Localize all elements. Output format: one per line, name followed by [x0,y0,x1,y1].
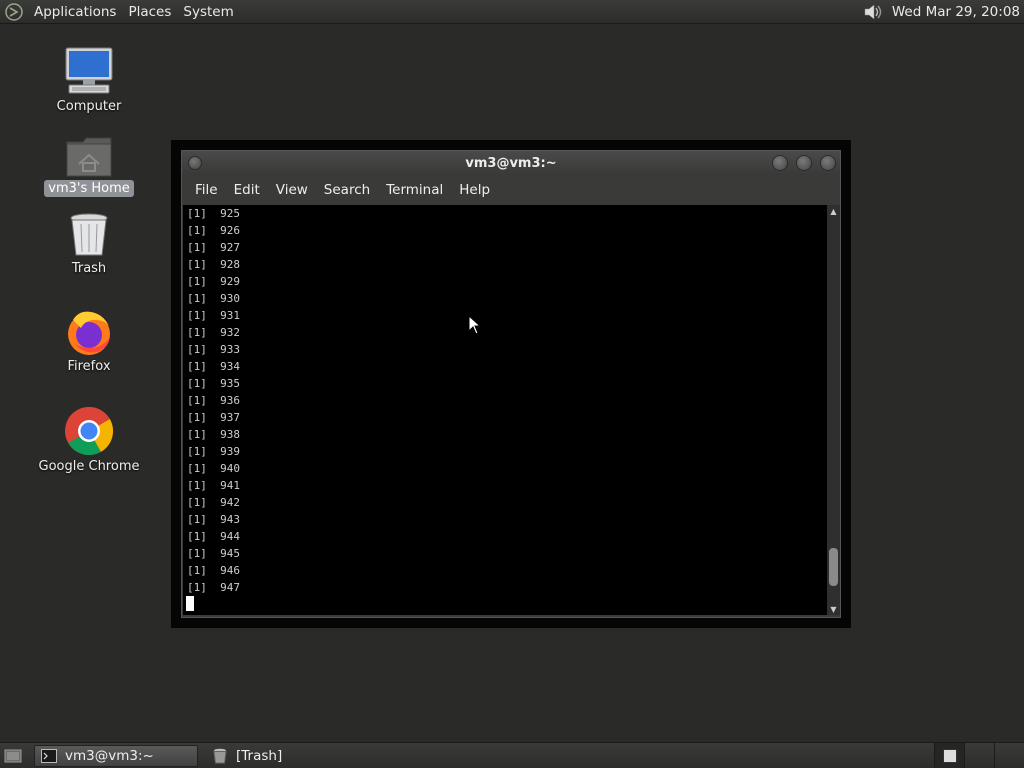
desktop-icon-home[interactable]: vm3's Home [34,126,144,197]
volume-icon[interactable] [858,0,888,24]
mouse-pointer-icon [468,314,482,335]
desktop-icon-label: vm3's Home [44,180,134,197]
terminal-output[interactable]: [1] 925 [1] 926 [1] 927 [1] 928 [1] 929 [1] 9… [183,205,827,615]
scroll-up-arrow-icon[interactable]: ▲ [827,205,840,217]
places-menu[interactable]: Places [122,0,177,24]
gnome-foot-icon[interactable] [0,0,28,24]
minimize-button[interactable] [772,155,788,171]
text-cursor [186,596,194,611]
terminal-line: [1] 928 [187,258,240,271]
menu-view[interactable]: View [268,182,316,198]
terminal-menubar: File Edit View Search Terminal Help [182,175,840,205]
menu-file[interactable]: File [187,182,226,198]
desktop-icon-computer[interactable]: Computer [34,44,144,115]
terminal-lines: [1] 925 [1] 926 [1] 927 [1] 928 [1] 929 [1] 9… [183,205,827,596]
trash-icon [63,206,115,258]
top-menu: Applications Places System [28,0,240,24]
desktop-icon-label: Computer [56,99,122,114]
desktop-icon-firefox[interactable]: Firefox [34,304,144,375]
terminal-line: [1] 929 [187,275,240,288]
terminal-line: [1] 938 [187,428,240,441]
desktop-icon-trash[interactable]: Trash [34,206,144,277]
desktop-icon-chrome[interactable]: Google Chrome [34,404,144,475]
workspace-3[interactable] [994,742,1024,768]
terminal-line: [1] 939 [187,445,240,458]
terminal-line: [1] 936 [187,394,240,407]
terminal-line: [1] 925 [187,207,240,220]
close-button[interactable] [820,155,836,171]
top-panel: Applications Places System Wed Mar 29, 2… [0,0,1024,24]
menu-search[interactable]: Search [316,182,378,198]
workspace-1[interactable] [934,742,964,768]
scroll-down-arrow-icon[interactable]: ▼ [827,603,840,615]
clock[interactable]: Wed Mar 29, 20:08 [888,0,1024,24]
terminal-line: [1] 945 [187,547,240,560]
terminal-line: [1] 931 [187,309,240,322]
home-folder-icon [63,126,115,178]
terminal-line: [1] 946 [187,564,240,577]
taskbar-item-trash[interactable]: [Trash] [206,745,288,767]
terminal-line: [1] 942 [187,496,240,509]
terminal-line: [1] 947 [187,581,240,594]
maximize-button[interactable] [796,155,812,171]
scroll-thumb[interactable] [829,547,838,586]
window-titlebar[interactable]: vm3@vm3:~ [182,151,840,175]
bottom-panel: vm3@vm3:~ [Trash] [0,742,1024,768]
desktop-icon-label: Google Chrome [38,459,140,474]
terminal-line: [1] 937 [187,411,240,424]
terminal-line: [1] 926 [187,224,240,237]
menu-help[interactable]: Help [451,182,498,198]
terminal-icon [41,748,57,764]
scroll-track[interactable] [829,217,838,603]
terminal-line: [1] 941 [187,479,240,492]
terminal-line: [1] 932 [187,326,240,339]
show-desktop-icon[interactable] [0,743,26,768]
system-menu[interactable]: System [177,0,239,24]
menu-edit[interactable]: Edit [226,182,268,198]
trash-icon [212,748,228,764]
terminal-line: [1] 940 [187,462,240,475]
terminal-window[interactable]: vm3@vm3:~ File Edit View Search Terminal… [181,150,841,618]
applications-menu[interactable]: Applications [28,0,122,24]
terminal-line: [1] 944 [187,530,240,543]
terminal-line: [1] 935 [187,377,240,390]
chrome-icon [63,404,115,456]
terminal-line: [1] 943 [187,513,240,526]
window-title: vm3@vm3:~ [465,155,557,171]
workspace-switcher [934,742,1024,768]
top-panel-tray: Wed Mar 29, 20:08 [858,0,1024,24]
terminal-line: [1] 930 [187,292,240,305]
terminal-line: [1] 927 [187,241,240,254]
workspace-2[interactable] [964,742,994,768]
desktop-icon-label: Trash [71,261,107,276]
terminal-line: [1] 933 [187,343,240,356]
taskbar-item-label: [Trash] [236,747,283,764]
firefox-icon [63,304,115,356]
taskbar-item-label: vm3@vm3:~ [65,747,154,764]
computer-icon [63,44,115,96]
window-menu-button[interactable] [188,156,202,170]
terminal-line: [1] 934 [187,360,240,373]
vertical-scrollbar[interactable]: ▲ ▼ [827,205,840,615]
desktop-icon-label: Firefox [67,359,111,374]
taskbar-item-terminal[interactable]: vm3@vm3:~ [34,744,198,767]
menu-terminal[interactable]: Terminal [378,182,451,198]
